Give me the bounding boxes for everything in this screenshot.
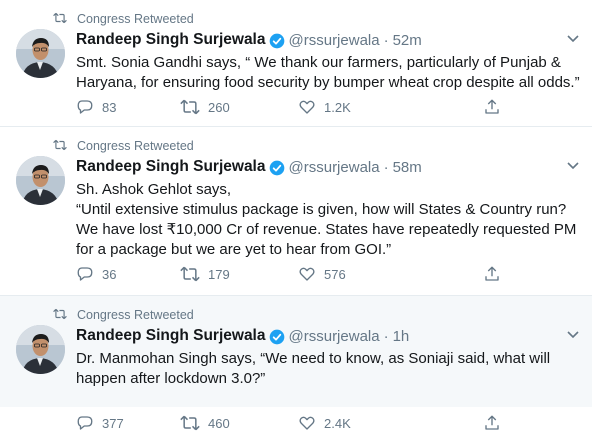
retweet-count: 260 (208, 99, 230, 115)
author-name[interactable]: Randeep Singh Surjewala (76, 31, 266, 49)
like-icon (299, 100, 315, 114)
retweet-icon (53, 139, 67, 151)
share-button[interactable] (483, 98, 501, 116)
tweet-text: Smt. Sonia Gandhi says, “ We thank our f… (76, 54, 580, 91)
avatar[interactable] (16, 29, 65, 78)
retweet-count: 179 (208, 266, 230, 282)
like-count: 2.4K (324, 415, 351, 431)
reply-icon (77, 100, 93, 114)
retweet-button[interactable]: 179 (180, 265, 230, 283)
author-handle[interactable]: @rssurjewala (289, 159, 380, 176)
like-icon (299, 416, 315, 430)
timeline: Congress Retweeted Randeep Singh Surjewa… (0, 0, 592, 431)
share-button[interactable] (483, 265, 501, 283)
author-handle[interactable]: @rssurjewala (289, 32, 380, 49)
share-icon (485, 99, 499, 114)
like-icon (299, 267, 315, 281)
tweet[interactable]: Congress Retweeted Randeep Singh Surjewa… (0, 127, 592, 296)
reply-icon (77, 267, 93, 281)
tweet-text: Sh. Ashok Gehlot says, “Until extensive … (76, 181, 577, 258)
like-count: 1.2K (324, 99, 351, 115)
author-name[interactable]: Randeep Singh Surjewala (76, 158, 266, 176)
retweet-context: Congress Retweeted (53, 138, 194, 154)
chevron-down-icon[interactable] (566, 330, 580, 340)
retweet-count: 460 (208, 415, 230, 431)
retweet-icon (180, 415, 200, 431)
avatar[interactable] (16, 156, 65, 205)
like-button[interactable]: 1.2K (298, 98, 351, 116)
retweeted-by-label: Congress Retweeted (77, 139, 194, 153)
retweet-context: Congress Retweeted (53, 11, 194, 27)
like-button[interactable]: 2.4K (298, 414, 351, 432)
reply-button[interactable]: 377 (76, 414, 124, 432)
retweet-icon (180, 266, 200, 282)
share-icon (485, 266, 499, 281)
reply-count: 83 (102, 99, 117, 115)
timestamp[interactable]: 58m (393, 159, 422, 176)
share-button[interactable] (483, 414, 501, 432)
separator-dot: · (383, 327, 389, 345)
verified-badge-icon (269, 329, 284, 344)
retweeted-by-label: Congress Retweeted (77, 12, 194, 26)
tweet-actions: 83 260 1.2K (76, 98, 576, 118)
reply-icon (77, 416, 93, 430)
retweet-icon (53, 12, 67, 24)
chevron-down-icon[interactable] (566, 161, 580, 171)
chevron-down-icon[interactable] (566, 34, 580, 44)
verified-badge-icon (269, 33, 284, 48)
retweet-button[interactable]: 260 (180, 98, 230, 116)
reply-button[interactable]: 83 (76, 98, 116, 116)
retweet-context: Congress Retweeted (53, 307, 194, 323)
like-button[interactable]: 576 (298, 265, 346, 283)
like-count: 576 (324, 266, 346, 282)
share-icon (485, 415, 499, 430)
tweet-actions: 36 179 576 (76, 265, 576, 285)
separator-dot: · (383, 158, 389, 176)
author-handle[interactable]: @rssurjewala (289, 328, 380, 345)
tweet[interactable]: Congress Retweeted Randeep Singh Surjewa… (0, 0, 592, 127)
tweet-header: Randeep Singh Surjewala @rssurjewala · 5… (76, 30, 552, 50)
tweet[interactable]: Congress Retweeted Randeep Singh Surjewa… (0, 296, 592, 431)
author-name[interactable]: Randeep Singh Surjewala (76, 327, 266, 345)
retweet-button[interactable]: 460 (180, 414, 230, 432)
tweet-header: Randeep Singh Surjewala @rssurjewala · 1… (76, 326, 552, 346)
retweet-icon (53, 308, 67, 320)
reply-button[interactable]: 36 (76, 265, 116, 283)
timestamp[interactable]: 52m (393, 32, 422, 49)
separator-dot: · (383, 31, 389, 49)
tweet-header: Randeep Singh Surjewala @rssurjewala · 5… (76, 157, 552, 177)
reply-count: 377 (102, 415, 124, 431)
timestamp[interactable]: 1h (393, 328, 410, 345)
reply-count: 36 (102, 266, 117, 282)
tweet-actions: 377 460 2.4K (76, 414, 576, 434)
tweet-text: Dr. Manmohan Singh says, “We need to kno… (76, 350, 551, 387)
verified-badge-icon (269, 160, 284, 175)
avatar[interactable] (16, 325, 65, 374)
retweet-icon (180, 99, 200, 115)
retweeted-by-label: Congress Retweeted (77, 308, 194, 322)
